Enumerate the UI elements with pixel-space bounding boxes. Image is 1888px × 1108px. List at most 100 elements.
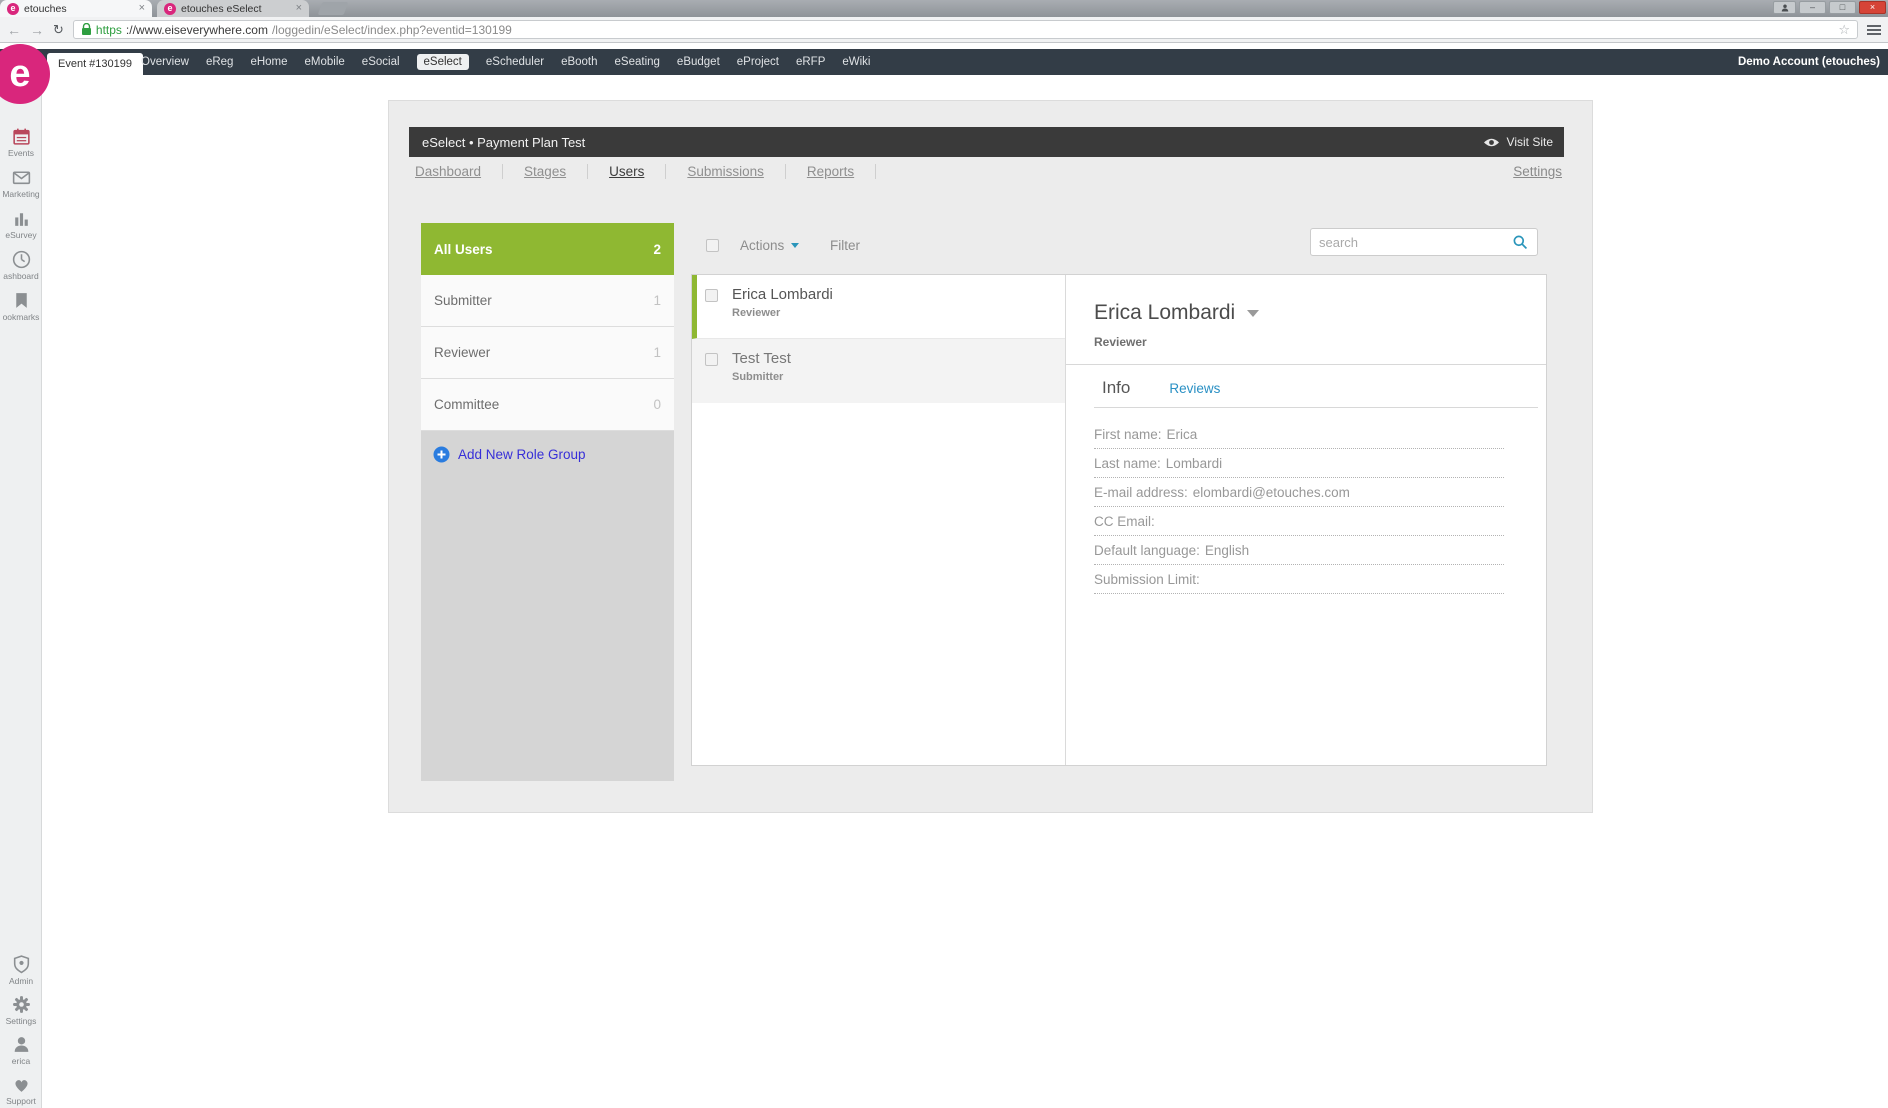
nav-item-erfp[interactable]: eRFP — [796, 56, 825, 68]
role-count-badge: 1 — [653, 293, 661, 308]
etouches-favicon-icon: e — [164, 2, 176, 15]
nav-item-esocial[interactable]: eSocial — [362, 56, 400, 68]
field-email: E-mail address: elombardi@etouches.com — [1094, 478, 1504, 507]
detail-user-role: Reviewer — [1094, 335, 1147, 349]
filter-button[interactable]: Filter — [830, 238, 860, 253]
sidebar-item-dashboard[interactable]: ashboard — [0, 249, 42, 281]
role-group-reviewer[interactable]: Reviewer 1 — [421, 327, 674, 379]
sidebar-item-marketing[interactable]: Marketing — [0, 167, 42, 199]
envelope-icon — [12, 171, 30, 185]
field-last-name: Last name: Lombardi — [1094, 449, 1504, 478]
info-fields: First name: Erica Last name: Lombardi E-ma… — [1094, 420, 1504, 594]
back-icon[interactable]: ← — [7, 23, 21, 37]
tab-info[interactable]: Info — [1102, 378, 1130, 398]
tab-title: etouches eSelect — [181, 2, 262, 15]
browser-menu-icon[interactable] — [1867, 24, 1881, 35]
module-nav: Overview eReg eHome eMobile eSocial eSel… — [141, 49, 871, 75]
role-group-submitter[interactable]: Submitter 1 — [421, 275, 674, 327]
person-icon — [14, 1037, 28, 1052]
field-first-name: First name: Erica — [1094, 420, 1504, 449]
etouches-favicon-icon: e — [7, 2, 19, 15]
sidebar-top-group: Events Marketing eSurvey ashboard ookmar… — [0, 126, 42, 322]
subnav-submissions[interactable]: Submissions — [666, 164, 786, 179]
search-icon[interactable] — [1512, 234, 1529, 251]
nav-item-emobile[interactable]: eMobile — [305, 56, 345, 68]
visit-site-button[interactable]: Visit Site — [1483, 135, 1553, 149]
nav-item-eselect[interactable]: eSelect — [416, 54, 469, 70]
user-list: Erica Lombardi Reviewer Test Test Submit… — [692, 275, 1066, 765]
sidebar-item-user-erica[interactable]: erica — [0, 1034, 42, 1066]
detail-tabs: Info Reviews — [1094, 378, 1546, 398]
subnav-reports[interactable]: Reports — [786, 164, 877, 179]
actions-dropdown[interactable]: Actions — [740, 238, 800, 253]
add-new-role-group-link[interactable]: Add New Role Group — [421, 431, 674, 477]
user-checkbox[interactable] — [705, 353, 718, 366]
user-row-test-test[interactable]: Test Test Submitter — [692, 339, 1065, 403]
search-input[interactable] — [1319, 234, 1506, 250]
profile-button[interactable] — [1773, 1, 1796, 14]
tab-close-icon[interactable]: × — [139, 3, 145, 14]
field-default-language: Default language: English — [1094, 536, 1504, 565]
nav-item-ewiki[interactable]: eWiki — [842, 56, 870, 68]
nav-item-ehome[interactable]: eHome — [250, 56, 287, 68]
select-all-checkbox[interactable] — [706, 239, 719, 252]
url-bar[interactable]: https ://www.eiseverywhere.com /loggedin… — [72, 20, 1858, 39]
divider — [1066, 364, 1546, 365]
eye-icon — [1483, 138, 1499, 146]
gear-icon — [12, 996, 30, 1013]
gauge-icon — [12, 250, 30, 269]
sidebar-item-admin[interactable]: Admin — [0, 954, 42, 986]
bar-chart-icon — [14, 213, 28, 226]
url-path: /loggedin/eSelect/index.php?eventid=1301… — [271, 22, 512, 37]
role-group-committee[interactable]: Committee 0 — [421, 379, 674, 431]
users-list-container: Erica Lombardi Reviewer Test Test Submit… — [691, 274, 1547, 766]
url-domain: ://www.eiseverywhere.com — [125, 22, 268, 37]
minimize-button[interactable]: – — [1799, 1, 1826, 14]
search-box — [1310, 228, 1538, 256]
browser-tab-etouches[interactable]: e etouches × — [0, 0, 152, 17]
account-label[interactable]: Demo Account (etouches) — [1738, 56, 1880, 68]
nav-item-eproject[interactable]: eProject — [737, 56, 779, 68]
browser-toolbar: ← → ↻ https ://www.eiseverywhere.com /lo… — [0, 17, 1888, 43]
close-button[interactable]: × — [1859, 1, 1886, 14]
settings-link[interactable]: Settings — [1513, 164, 1562, 179]
sidebar-item-events[interactable]: Events — [0, 126, 42, 158]
sidebar-item-settings[interactable]: Settings — [0, 994, 42, 1026]
nav-item-ebudget[interactable]: eBudget — [677, 56, 720, 68]
bookmark-icon — [15, 293, 27, 308]
nav-item-ebooth[interactable]: eBooth — [561, 56, 597, 68]
nav-item-ereg[interactable]: eReg — [206, 56, 234, 68]
shield-icon — [13, 955, 29, 974]
sidebar-item-support[interactable]: Support — [0, 1074, 42, 1106]
bookmark-star-icon[interactable]: ☆ — [1838, 23, 1850, 36]
maximize-button[interactable]: □ — [1829, 1, 1856, 14]
forward-icon[interactable]: → — [30, 23, 44, 37]
heart-icon — [14, 1080, 28, 1092]
chevron-down-icon — [791, 243, 800, 248]
subnav-users[interactable]: Users — [588, 164, 667, 179]
divider — [1094, 407, 1538, 408]
new-tab-button[interactable] — [317, 2, 349, 15]
tab-reviews[interactable]: Reviews — [1169, 381, 1220, 396]
name-dropdown-icon[interactable] — [1247, 309, 1260, 317]
reload-icon[interactable]: ↻ — [53, 23, 64, 36]
sidebar-item-bookmarks[interactable]: ookmarks — [0, 290, 42, 322]
nav-item-escheduler[interactable]: eScheduler — [486, 56, 544, 68]
field-submission-limit: Submission Limit: — [1094, 565, 1504, 594]
nav-item-eseating[interactable]: eSeating — [615, 56, 660, 68]
padlock-icon — [81, 23, 91, 35]
browser-tab-eselect[interactable]: e etouches eSelect × — [157, 0, 309, 17]
module-header: eSelect • Payment Plan Test Visit Site — [409, 127, 1564, 157]
detail-user-name: Erica Lombardi — [1094, 301, 1236, 324]
role-group-all-users[interactable]: All Users 2 — [421, 223, 674, 275]
subnav-stages[interactable]: Stages — [503, 164, 589, 179]
user-row-erica-lombardi[interactable]: Erica Lombardi Reviewer — [692, 275, 1065, 339]
user-checkbox[interactable] — [705, 289, 718, 302]
sidebar-item-esurvey[interactable]: eSurvey — [0, 208, 42, 240]
event-tab[interactable]: Event #130199 — [47, 53, 144, 75]
nav-item-overview[interactable]: Overview — [141, 56, 189, 68]
module-subnav: Dashboard Stages Users Submissions Repor… — [409, 157, 1564, 186]
field-cc-email: CC Email: — [1094, 507, 1504, 536]
subnav-dashboard[interactable]: Dashboard — [409, 164, 504, 179]
tab-close-icon[interactable]: × — [296, 3, 302, 14]
